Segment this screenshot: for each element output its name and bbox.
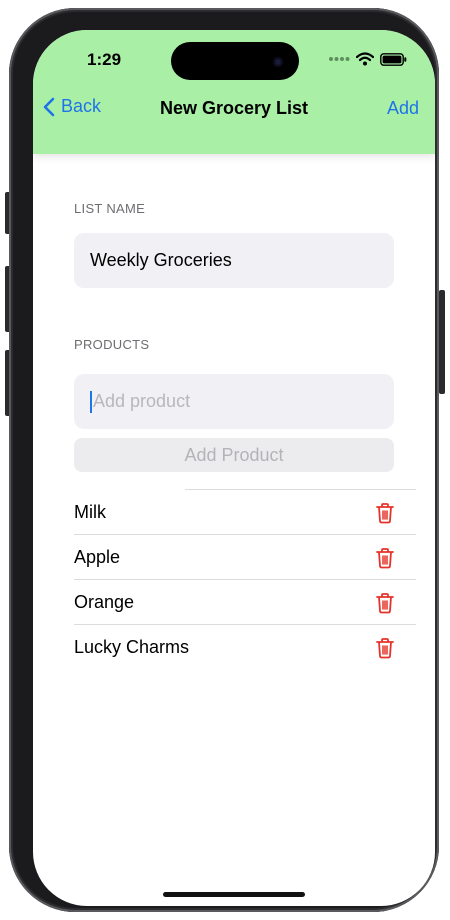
status-icons (328, 52, 407, 66)
battery-icon (380, 52, 407, 66)
text-caret (90, 390, 92, 413)
trash-icon[interactable] (375, 592, 395, 614)
trash-icon[interactable] (375, 502, 395, 524)
list-item: Milk (74, 490, 416, 535)
back-button-label: Back (61, 96, 102, 116)
list-item: Orange (74, 580, 416, 625)
status-time: 1:29 (87, 50, 122, 69)
phone-frame: 1:29 Back New Grocery List Add LIST NAME… (9, 8, 439, 912)
navigation-bar: 1:29 Back New Grocery List Add (33, 30, 435, 154)
screen: 1:29 Back New Grocery List Add LIST NAME… (33, 30, 435, 906)
power-button (439, 290, 445, 394)
product-name: Apple (74, 546, 121, 567)
signal-dots-icon (329, 57, 350, 61)
back-button[interactable]: Back (43, 96, 101, 117)
product-list: Milk Apple Orange Lucky Charms (74, 490, 416, 670)
list-name-header: LIST NAME (74, 201, 146, 216)
device-stage: 1:29 Back New Grocery List Add LIST NAME… (0, 0, 450, 920)
list-name-field[interactable]: Weekly Groceries (74, 233, 394, 288)
product-name: Lucky Charms (74, 637, 190, 657)
list-item: Lucky Charms (74, 625, 416, 670)
chevron-left-icon (43, 97, 55, 116)
trash-icon[interactable] (375, 637, 395, 659)
products-header: PRODUCTS (74, 337, 150, 352)
wifi-icon (356, 52, 374, 66)
add-product-button[interactable]: Add Product (74, 438, 394, 472)
camera-icon (273, 57, 283, 67)
product-name: Milk (74, 501, 106, 522)
product-name: Orange (74, 591, 135, 612)
product-input-placeholder: Add product (93, 391, 191, 411)
list-name-value: Weekly Groceries (90, 250, 232, 270)
product-input[interactable]: Add product (74, 374, 394, 429)
add-list-button[interactable]: Add (387, 98, 419, 119)
list-item: Apple (74, 535, 416, 580)
home-indicator[interactable] (163, 892, 305, 897)
trash-icon[interactable] (375, 547, 395, 569)
